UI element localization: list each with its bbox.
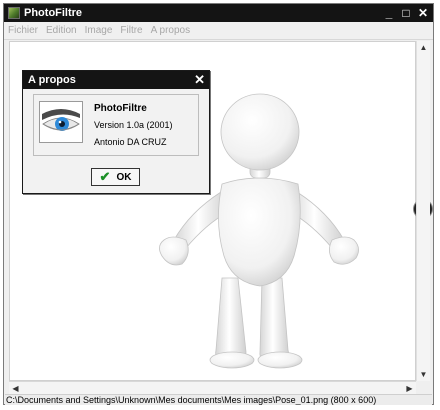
status-bar: C:\Documents and Settings\Unknown\Mes do… <box>5 394 432 405</box>
horizontal-scrollbar[interactable]: ◀ ▶ <box>9 381 416 394</box>
about-dialog-titlebar[interactable]: A propos ✕ <box>23 71 209 89</box>
eye-logo-icon <box>39 101 83 143</box>
menu-image[interactable]: Image <box>85 25 113 36</box>
menu-a-propos[interactable]: A propos <box>151 25 190 36</box>
window-controls: _ □ ✕ <box>381 5 431 20</box>
menu-bar: Fichier Edition Image Filtre A propos <box>4 22 433 40</box>
menu-edition[interactable]: Edition <box>46 25 77 36</box>
about-info-panel: PhotoFiltre Version 1.0a (2001) Antonio … <box>33 94 199 156</box>
minimize-button[interactable]: _ <box>381 5 397 20</box>
about-close-button[interactable]: ✕ <box>194 72 205 88</box>
scroll-down-icon[interactable]: ▼ <box>417 368 430 381</box>
about-author: Antonio DA CRUZ <box>94 137 167 147</box>
about-dialog: A propos ✕ PhotoFiltre Version 1.0a (200… <box>22 70 210 194</box>
ok-button-label: OK <box>116 171 132 183</box>
title-bar[interactable]: PhotoFiltre _ □ ✕ <box>4 4 433 22</box>
about-app-name: PhotoFiltre <box>94 103 147 114</box>
menu-fichier[interactable]: Fichier <box>8 25 38 36</box>
about-dialog-title: A propos <box>28 74 76 86</box>
photofiltre-app-icon <box>8 7 20 19</box>
vertical-scrollbar[interactable]: ▲ ▼ <box>416 41 430 381</box>
about-version: Version 1.0a (2001) <box>94 120 173 130</box>
window-title: PhotoFiltre <box>24 7 83 19</box>
ok-button[interactable]: ✔ OK <box>91 168 140 186</box>
menu-filtre[interactable]: Filtre <box>120 25 142 36</box>
app-window: PhotoFiltre _ □ ✕ Fichier Edition Image … <box>3 3 434 405</box>
checkmark-icon: ✔ <box>99 169 111 184</box>
maximize-button[interactable]: □ <box>398 5 414 20</box>
scroll-up-icon[interactable]: ▲ <box>417 41 430 54</box>
close-button[interactable]: ✕ <box>415 5 431 20</box>
